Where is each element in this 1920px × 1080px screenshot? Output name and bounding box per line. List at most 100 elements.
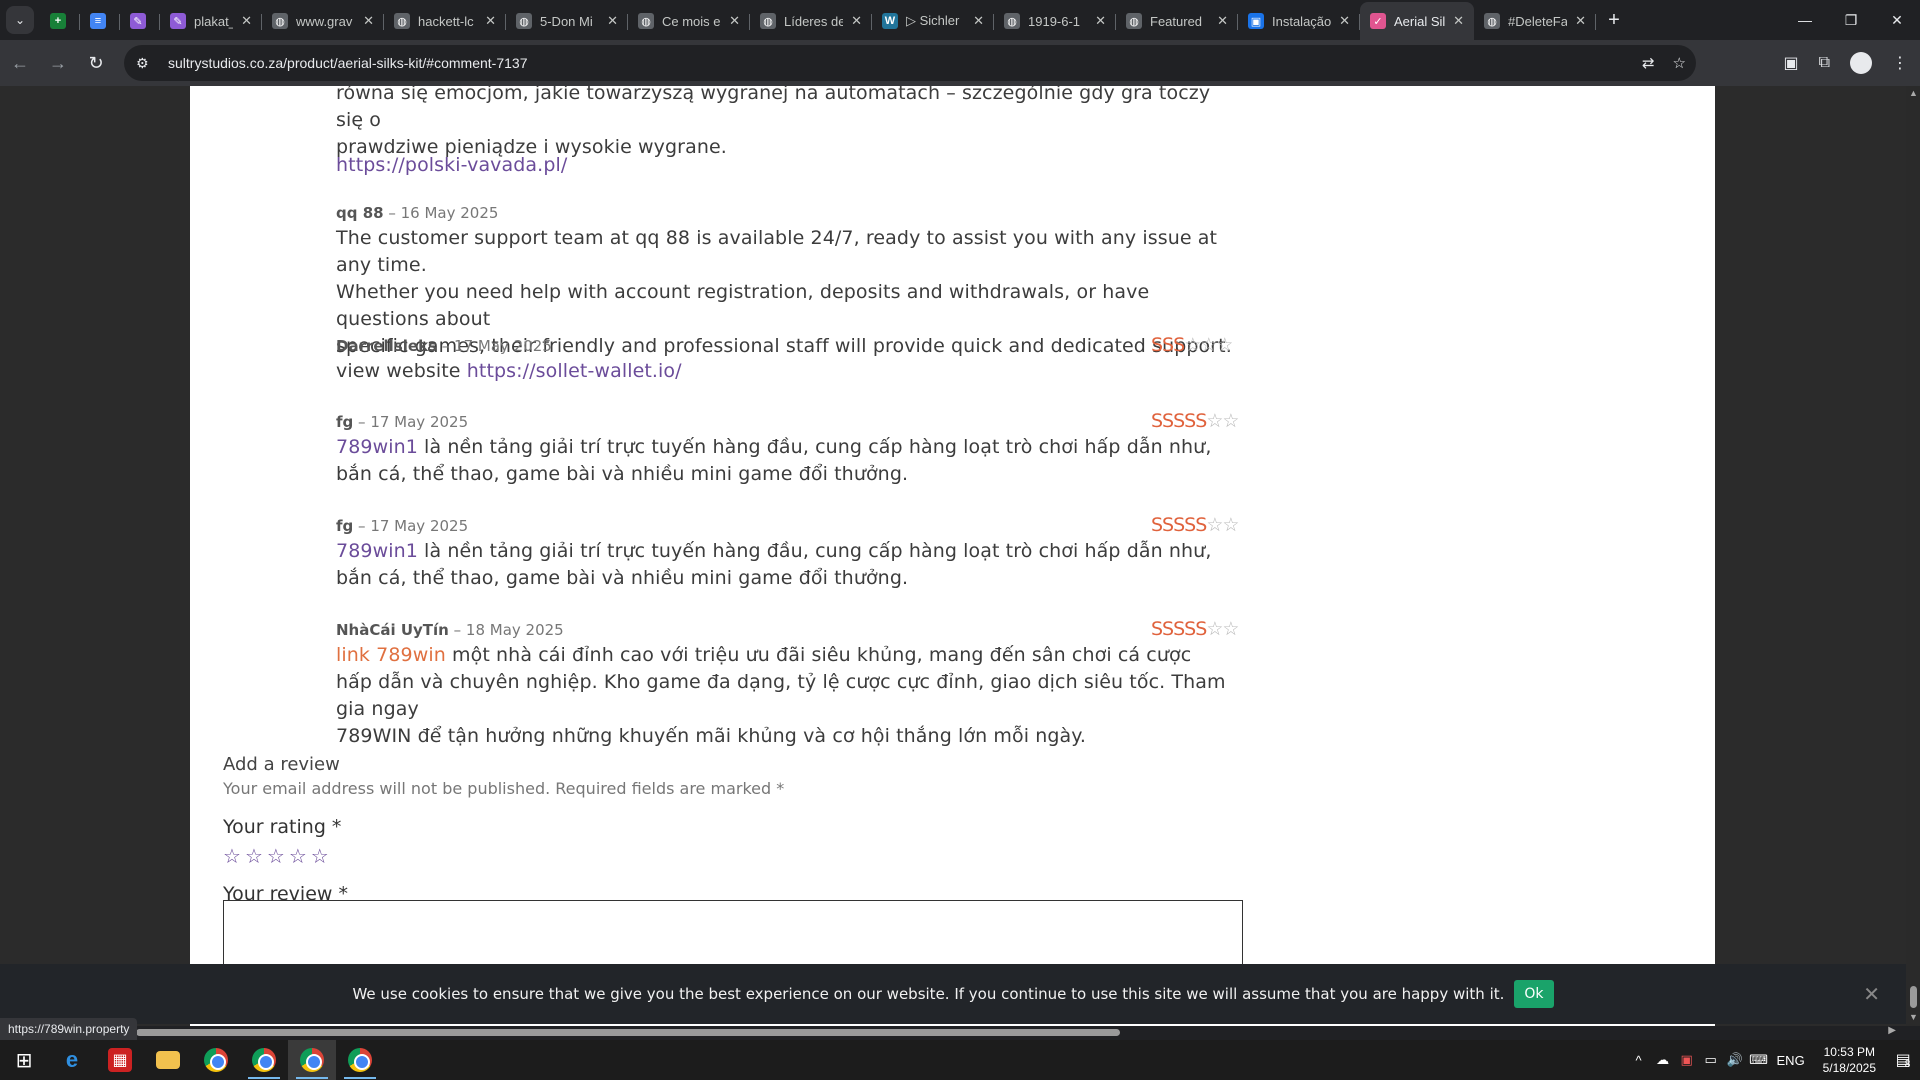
tab-title: ▷ Sichler [906, 13, 960, 28]
tab-close-icon[interactable]: ✕ [1339, 13, 1350, 29]
browser-tab[interactable]: ◍ #DeleteFa ✕ [1474, 5, 1596, 37]
new-tab-button[interactable]: + [1596, 9, 1632, 32]
taskbar-edge[interactable]: e [48, 1040, 96, 1080]
review-form-note: Your email address will not be published… [223, 779, 785, 798]
scroll-up-icon[interactable]: ▲ [1909, 88, 1918, 98]
browser-tab[interactable]: ◍ Ce mois e ✕ [628, 5, 750, 37]
browser-tab[interactable]: ✎ plakat_a3 ✕ [160, 5, 262, 37]
taskbar-chrome-profile-1[interactable] [240, 1040, 288, 1080]
browser-tab[interactable]: ◍ Líderes de ✕ [750, 5, 872, 37]
page-content: równa się emocjom, jakie towarzyszą wygr… [190, 86, 1715, 1026]
browser-tab[interactable]: W ▷ Sichler ✕ [872, 5, 994, 37]
browser-tab[interactable]: ◍ Featured ✕ [1116, 5, 1238, 37]
avatar[interactable] [1850, 52, 1872, 74]
comment-text: là nền tảng giải trí trực tuyến hàng đầu… [417, 540, 1212, 562]
comment-prefix: view website [336, 360, 461, 382]
tab-search-button[interactable]: ⌄ [0, 0, 40, 40]
external-link[interactable]: link 789win [336, 644, 446, 666]
horizontal-scrollbar[interactable]: ▶ [0, 1025, 1906, 1038]
browser-tab[interactable]: ▣ Instalação ✕ [1238, 5, 1360, 37]
language-indicator[interactable]: ENG [1771, 1053, 1811, 1068]
address-bar[interactable]: ⚙ sultrystudios.co.za/product/aerial-sil… [124, 45, 1696, 81]
tab-close-icon[interactable]: ✕ [973, 13, 984, 29]
bookmark-star-icon[interactable]: ☆ [1673, 54, 1686, 72]
tab-close-icon[interactable]: ✕ [851, 13, 862, 29]
scroll-right-icon[interactable]: ▶ [1888, 1025, 1896, 1036]
scrollbar-thumb[interactable] [1910, 986, 1917, 1008]
edge-icon: e [65, 1047, 79, 1072]
notification-button[interactable]: ▤ 8 [1886, 1040, 1920, 1080]
scroll-down-icon[interactable]: ▼ [1909, 1012, 1918, 1022]
external-link[interactable]: 789win1 [336, 540, 418, 562]
cookie-ok-button[interactable]: Ok [1514, 980, 1554, 1008]
tab-close-icon[interactable]: ✕ [241, 13, 252, 29]
star-icon[interactable]: ☆ [311, 846, 333, 868]
external-link[interactable]: https://polski-vavada.pl/ [336, 154, 567, 176]
minimize-button[interactable]: — [1782, 0, 1828, 40]
tab-close-icon[interactable]: ✕ [1095, 13, 1106, 29]
tab-close-icon[interactable]: ✕ [729, 13, 740, 29]
vertical-scrollbar[interactable]: ▲ ▼ [1906, 86, 1920, 1026]
volume-icon[interactable]: 🔊 [1723, 1052, 1747, 1068]
site-info-icon[interactable]: ⚙ [136, 55, 160, 72]
comment-line: bắn cá, thể thao, game bài và nhiều mini… [336, 463, 909, 485]
tab-close-icon[interactable]: ✕ [1575, 13, 1586, 29]
browser-tab[interactable]: ◍ 5-Don Mi ✕ [506, 5, 628, 37]
external-link[interactable]: https://sollet-wallet.io/ [467, 360, 682, 382]
star-icon[interactable]: ☆ [267, 846, 289, 868]
taskbar-app[interactable]: ▦ [96, 1040, 144, 1080]
comment-author: qq 88 [336, 204, 384, 222]
notification-count: 8 [1904, 1058, 1911, 1070]
taskbar-chrome-profile-2[interactable] [288, 1040, 336, 1080]
scrollbar-thumb[interactable] [136, 1029, 1120, 1036]
forward-button[interactable]: → [40, 45, 76, 81]
security-icon[interactable]: ▣ [1675, 1052, 1699, 1068]
reload-button[interactable]: ↻ [78, 45, 114, 81]
tab-title: Ce mois e [662, 13, 721, 29]
close-icon[interactable]: ✕ [1863, 982, 1880, 1007]
taskbar-explorer[interactable] [144, 1040, 192, 1080]
extension-icon[interactable]: ▣ [1783, 53, 1798, 73]
browser-tab[interactable]: ✎ [120, 5, 160, 37]
comment-line: 789win1 là nền tảng giải trí trực tuyến … [336, 434, 1236, 461]
close-window-button[interactable]: ✕ [1874, 0, 1920, 40]
browser-tab[interactable]: ◍ www.grav ✕ [262, 5, 384, 37]
star-rating: SSS☆☆☆ [1151, 334, 1233, 356]
restore-button[interactable]: ❐ [1828, 0, 1874, 40]
comment-text-prev: równa się emocjom, jakie towarzyszą wygr… [336, 86, 1236, 161]
toolbar-actions: ▣ ⧉ ⋮ [1783, 40, 1908, 86]
browser-tab[interactable]: ≡ [80, 5, 120, 37]
star-icon[interactable]: ☆ [289, 846, 311, 868]
tab-close-icon[interactable]: ✕ [1217, 13, 1228, 29]
external-link[interactable]: 789win1 [336, 436, 418, 458]
back-button[interactable]: ← [2, 45, 38, 81]
tab-favicon-icon: ◍ [1004, 13, 1020, 29]
tab-close-icon[interactable]: ✕ [607, 13, 618, 29]
taskbar-chrome[interactable] [192, 1040, 240, 1080]
browser-tab[interactable]: + [40, 5, 80, 37]
taskbar-chrome-profile-3[interactable] [336, 1040, 384, 1080]
star-icon[interactable]: ☆ [245, 846, 267, 868]
browser-tab[interactable]: ◍ 1919-6-1 ✕ [994, 5, 1116, 37]
browser-tab[interactable]: ✓ Aerial Silk ✕ [1360, 2, 1474, 40]
browser-tab[interactable]: ◍ hackett-lc ✕ [384, 5, 506, 37]
tab-close-icon[interactable]: ✕ [363, 13, 374, 29]
tab-favicon-icon: ✎ [130, 13, 146, 29]
network-icon[interactable]: ▭ [1699, 1052, 1723, 1068]
tab-title: Aerial Silk [1394, 13, 1446, 29]
tab-close-icon[interactable]: ✕ [485, 13, 496, 29]
star-rating: SSSSS☆☆ [1151, 514, 1239, 536]
start-button[interactable]: ⊞ [0, 1040, 48, 1080]
tab-close-icon[interactable]: ✕ [1453, 13, 1464, 29]
translate-icon[interactable]: ⇄ [1642, 54, 1655, 72]
star-icon[interactable]: ☆ [223, 846, 245, 868]
chevron-up-icon[interactable]: ^ [1627, 1053, 1651, 1068]
puzzle-icon[interactable]: ⧉ [1819, 54, 1830, 72]
clock[interactable]: 10:53 PM 5/18/2025 [1823, 1044, 1876, 1076]
star-rating: SSSSS☆☆ [1151, 618, 1239, 640]
comment-meta: fg – 17 May 2025 [336, 517, 469, 535]
tab-favicon-icon: ✓ [1370, 13, 1386, 29]
menu-icon[interactable]: ⋮ [1892, 53, 1908, 73]
keyboard-icon[interactable]: ⌨ [1747, 1052, 1771, 1068]
cloud-icon[interactable]: ☁ [1651, 1052, 1675, 1068]
